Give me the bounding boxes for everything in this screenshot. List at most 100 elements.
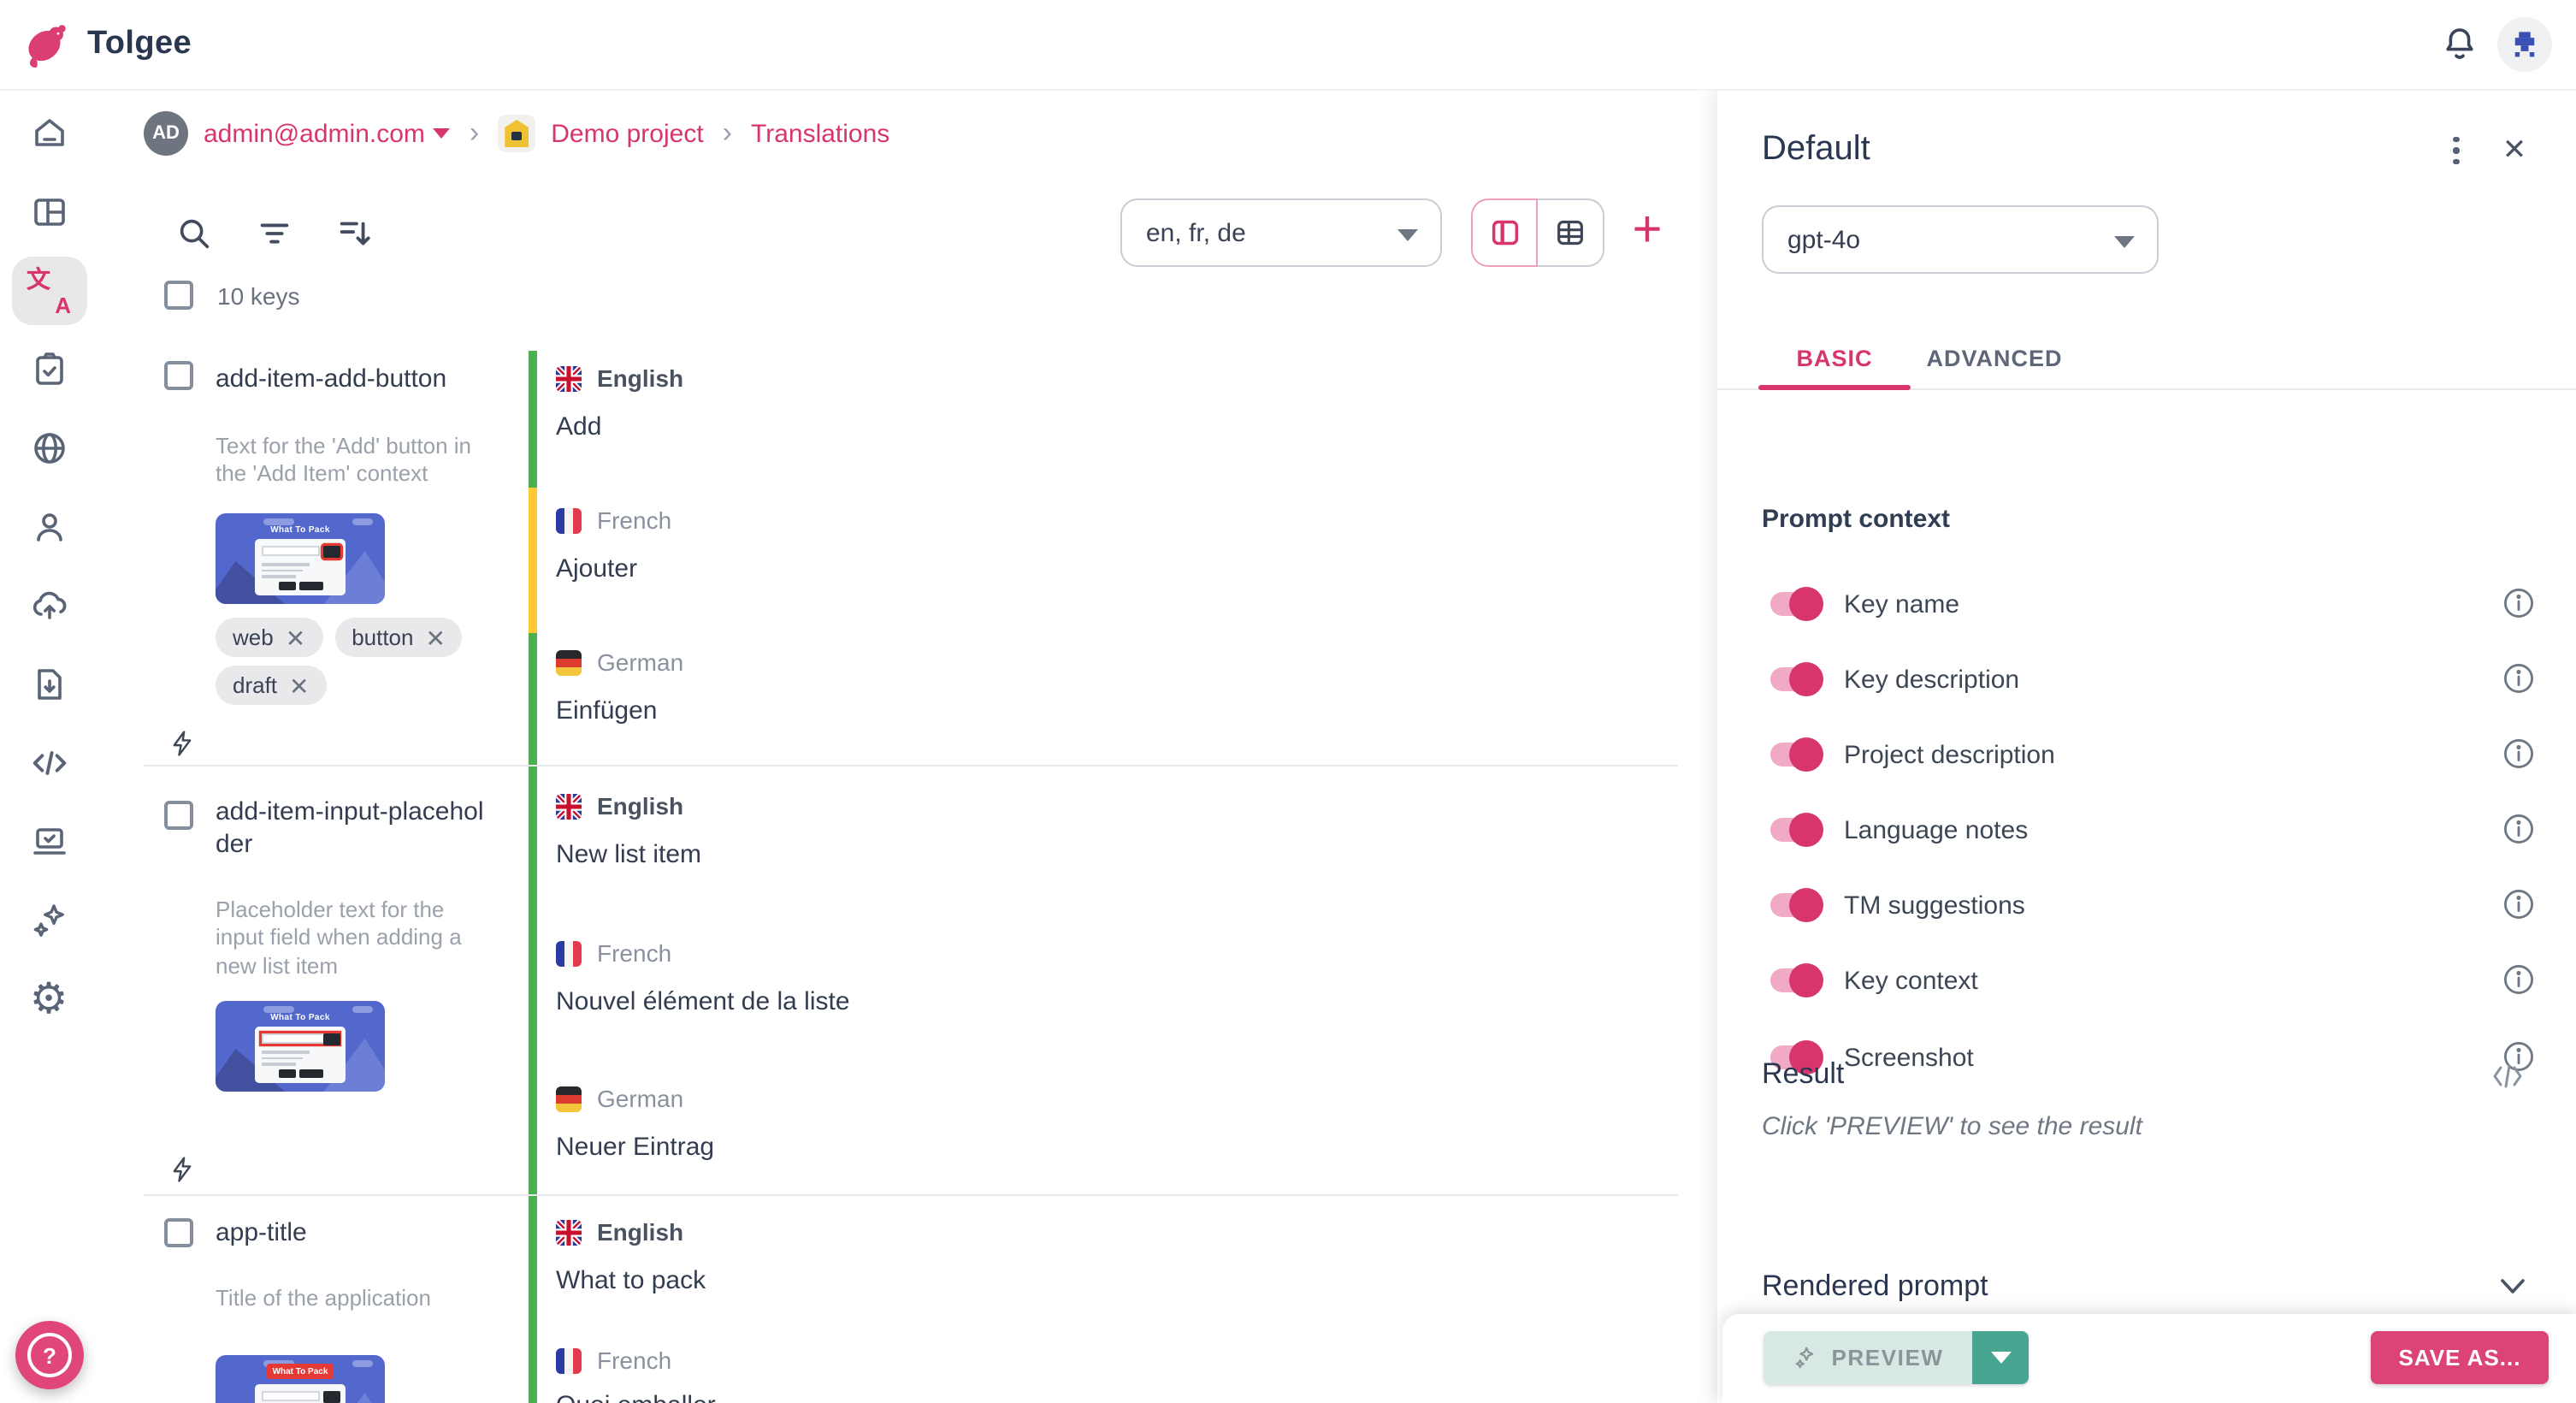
info-icon[interactable] [2502,737,2535,770]
preview-button[interactable]: PREVIEW [1764,1331,1972,1384]
sidebar-item-translations[interactable]: 文A [11,257,86,325]
language-label: English [556,792,683,820]
search-icon[interactable] [168,207,219,258]
sidebar-item-projects[interactable] [11,178,86,246]
tolgee-logo[interactable]: Tolgee [0,19,192,70]
translation-value[interactable]: Nouvel élément de la liste [556,987,850,1016]
filter-icon[interactable] [248,207,299,258]
breadcrumb-project[interactable]: Demo project [551,119,703,148]
info-icon[interactable] [2502,587,2535,619]
model-select[interactable]: gpt-4o [1762,205,2159,274]
state-bar-reviewed [529,1196,537,1403]
tag-row: draft✕ [216,666,327,705]
info-icon[interactable] [2502,662,2535,695]
result-hint: Click 'PREVIEW' to see the result [1762,1112,2142,1141]
tag[interactable]: web✕ [216,618,322,657]
toggle-switch[interactable] [1770,743,1818,767]
languages-select[interactable]: en, fr, de [1120,198,1442,267]
translation-value[interactable]: Quoi emballer [556,1391,716,1403]
tab-basic[interactable]: BASIC [1758,330,1911,387]
preview-dropdown-button[interactable] [1972,1331,2029,1384]
prompt-context-heading: Prompt context [1762,505,1950,534]
view-split-button[interactable] [1471,198,1538,267]
screenshot-thumbnail[interactable]: What To Pack [216,1355,385,1403]
screenshot-thumbnail[interactable]: What To Pack [216,1001,385,1092]
sparkles-icon [28,900,69,941]
sidebar-item-home[interactable] [11,99,86,168]
tolgee-mouse-icon [21,19,72,70]
add-key-button[interactable]: + [1622,200,1673,262]
key-name[interactable]: add-item-input-placeholder [216,796,498,861]
sidebar-item-members[interactable] [11,493,86,561]
user-initials-avatar[interactable]: AD [144,111,188,156]
state-bar-translated [529,488,537,633]
toggle-row-project-description: Project description [1762,729,2545,780]
chevron-down-icon[interactable] [2497,1276,2528,1297]
translation-value[interactable]: New list item [556,840,701,869]
translation-value[interactable]: Einfügen [556,696,657,725]
translation-value[interactable]: Ajouter [556,554,637,583]
kebab-menu-icon[interactable] [2436,130,2477,171]
toggle-switch[interactable] [1770,667,1818,691]
tag-row: web✕ button✕ [216,618,463,657]
breadcrumb-section[interactable]: Translations [751,119,889,148]
translation-value[interactable]: Neuer Eintrag [556,1133,714,1162]
context-flash-icon[interactable] [168,727,197,760]
tag-remove-icon[interactable]: ✕ [289,673,309,697]
info-icon[interactable] [2502,813,2535,845]
breadcrumb-separator: › [466,116,482,151]
key-name[interactable]: app-title [216,1217,498,1249]
sidebar-item-tasks[interactable] [11,335,86,404]
table-row: add-item-input-placeholder Placeholder t… [0,767,1717,1194]
language-label: English [556,1218,683,1246]
key-name[interactable]: add-item-add-button [216,363,498,395]
view-table-icon [1553,216,1587,250]
tag[interactable]: button✕ [334,618,463,657]
row-checkbox[interactable] [164,361,193,390]
tab-advanced[interactable]: ADVANCED [1911,330,2078,387]
breadcrumb-user[interactable]: admin@admin.com [204,119,451,148]
tag-remove-icon[interactable]: ✕ [426,625,446,649]
translation-value[interactable]: What to pack [556,1266,706,1295]
sidebar-item-settings[interactable]: ⚙ [11,965,86,1033]
sidebar-item-integrate[interactable] [11,808,86,876]
info-icon[interactable] [2502,888,2535,921]
file-download-icon [28,664,69,705]
context-flash-icon[interactable] [168,1153,197,1186]
code-view-icon[interactable] [2490,1061,2525,1092]
close-icon[interactable]: ✕ [2494,130,2535,171]
view-table-button[interactable] [1538,198,1604,267]
view-toggle-group [1471,198,1604,267]
sidebar-item-ai[interactable] [11,886,86,955]
info-icon[interactable] [2502,963,2535,996]
translation-value[interactable]: Add [556,412,601,441]
dashboard-icon [28,192,69,233]
sidebar-item-import[interactable] [11,650,86,719]
help-button[interactable]: ? [15,1321,84,1389]
toggle-switch[interactable] [1770,818,1818,842]
notifications-bell-icon[interactable] [2439,24,2480,65]
user-avatar[interactable] [2497,17,2552,72]
tag-remove-icon[interactable]: ✕ [286,625,305,649]
globe-icon [28,428,69,469]
sidebar-item-content-delivery[interactable] [11,571,86,640]
sidebar-item-developer[interactable] [11,729,86,797]
preview-split-button: PREVIEW [1764,1331,2029,1384]
flag-de-icon [556,649,582,675]
select-all-checkbox[interactable] [164,281,193,310]
save-as-button[interactable]: SAVE AS... [2371,1331,2549,1384]
flag-en-icon [556,793,582,819]
row-checkbox[interactable] [164,1218,193,1247]
person-icon [28,506,69,548]
toggle-switch[interactable] [1770,893,1818,917]
logo-text: Tolgee [87,26,192,63]
toggle-switch[interactable] [1770,592,1818,616]
tag[interactable]: draft✕ [216,666,327,705]
sidebar-item-languages[interactable] [11,414,86,482]
home-icon [28,113,69,154]
top-app-bar: Tolgee [0,0,2576,91]
sort-icon[interactable] [328,207,380,258]
screenshot-thumbnail[interactable]: What To Pack [216,513,385,604]
toggle-switch[interactable] [1770,968,1818,992]
row-checkbox[interactable] [164,801,193,830]
